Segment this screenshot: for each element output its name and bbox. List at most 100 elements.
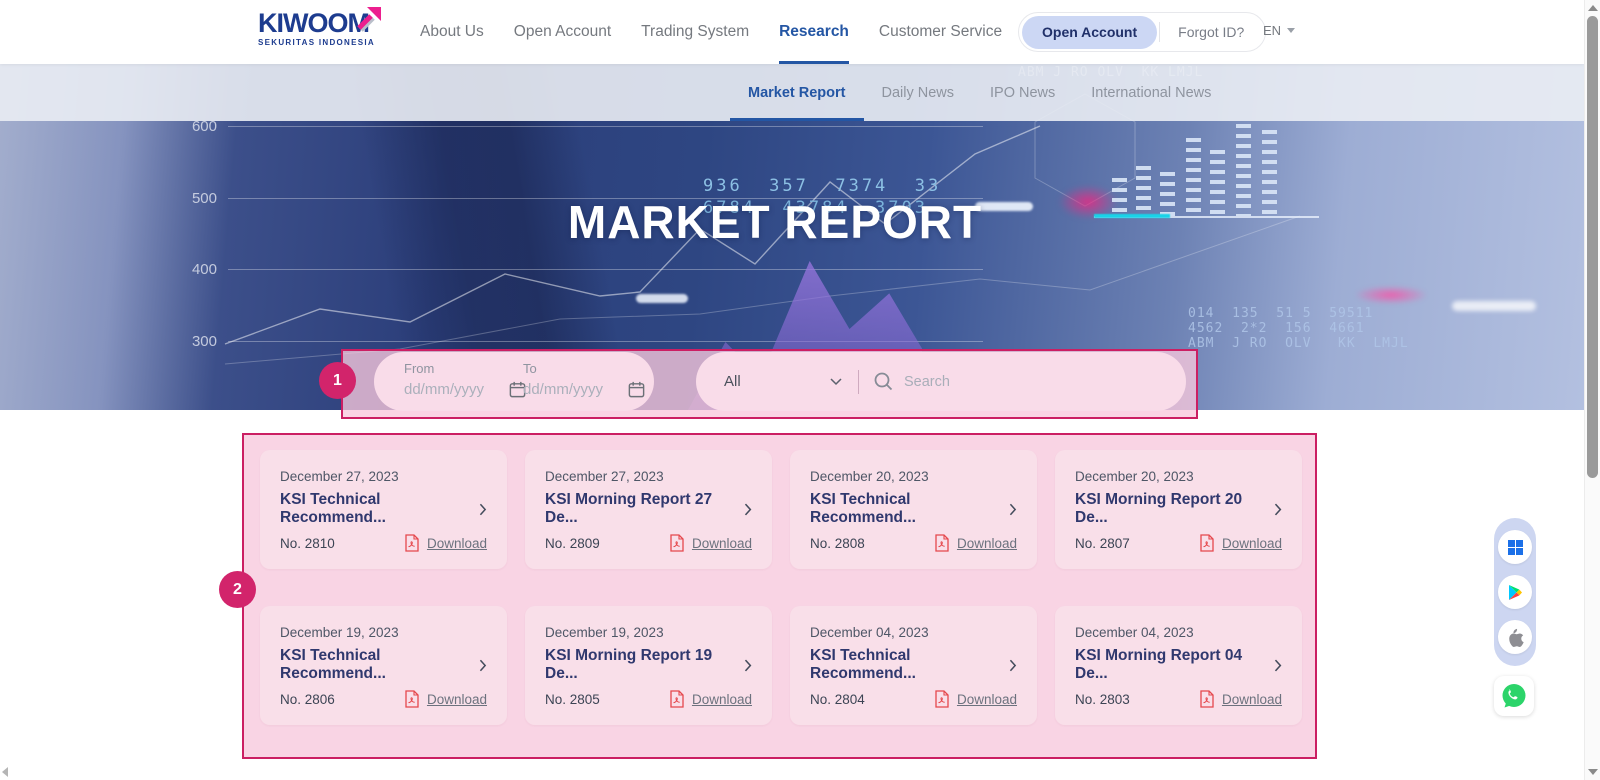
chevron-right-icon (1274, 659, 1282, 672)
report-number: No. 2803 (1075, 692, 1130, 707)
report-date: December 19, 2023 (545, 625, 752, 640)
pdf-icon (934, 534, 949, 552)
report-card[interactable]: December 27, 2023 KSI Morning Report 27 … (525, 450, 772, 569)
report-title[interactable]: KSI Technical Recommend... (280, 647, 479, 683)
apple-app-store-button[interactable] (1498, 620, 1532, 654)
chevron-right-icon (479, 659, 487, 672)
report-card[interactable]: December 04, 2023 KSI Technical Recommen… (790, 606, 1037, 725)
report-card[interactable]: December 04, 2023 KSI Morning Report 04 … (1055, 606, 1302, 725)
annotation-step-2-badge: 2 (219, 571, 256, 608)
report-title[interactable]: KSI Morning Report 04 De... (1075, 647, 1274, 683)
logo-arrow-icon (354, 5, 382, 33)
windows-download-button[interactable] (1498, 530, 1532, 564)
report-date: December 20, 2023 (810, 469, 1017, 484)
hero-equalizer-bar (1262, 130, 1277, 216)
open-account-button[interactable]: Open Account (1022, 16, 1157, 49)
whatsapp-button[interactable] (1494, 676, 1534, 716)
report-card[interactable]: December 27, 2023 KSI Technical Recommen… (260, 450, 507, 569)
report-card[interactable]: December 19, 2023 KSI Technical Recommen… (260, 606, 507, 725)
nav-label: Trading System (641, 23, 749, 41)
gridline (228, 269, 983, 270)
category-dropdown[interactable]: All (724, 373, 842, 390)
forgot-id-link[interactable]: Forgot ID? (1160, 24, 1262, 40)
hero-ticker-2: 4562 2*2 156 4661 (1188, 322, 1365, 336)
download-link[interactable]: Download (934, 690, 1017, 708)
divider (858, 370, 859, 394)
nav-label: Open Account (514, 23, 611, 41)
hero-equalizer-bar (1160, 172, 1175, 216)
hero-light-streak (1452, 301, 1536, 311)
download-label: Download (957, 536, 1017, 551)
nav-item-customer-service[interactable]: Customer Service (879, 0, 1002, 64)
download-link[interactable]: Download (1199, 534, 1282, 552)
subnav-label: Market Report (748, 85, 846, 101)
subnav-item-daily-news[interactable]: Daily News (882, 64, 955, 121)
hero-equalizer-bar (1136, 166, 1151, 216)
scrollbar-down-arrow[interactable] (1588, 769, 1598, 775)
pdf-icon (404, 534, 419, 552)
pdf-icon (1199, 690, 1214, 708)
pdf-icon (1199, 534, 1214, 552)
report-title[interactable]: KSI Morning Report 20 De... (1075, 491, 1274, 527)
nav-item-trading-system[interactable]: Trading System (641, 0, 749, 64)
hero-cyan-accent (1094, 214, 1170, 218)
download-link[interactable]: Download (1199, 690, 1282, 708)
kiwoom-logo[interactable]: KIWOOM SEKURITAS INDONESIA (258, 9, 378, 47)
hero-ticker-3: ABM J RO OLV KK LMJL (1188, 337, 1409, 351)
annotation-step-1-badge: 1 (319, 362, 356, 399)
download-label: Download (427, 536, 487, 551)
nav-label: Research (779, 23, 849, 41)
nav-label: About Us (420, 23, 484, 41)
google-play-button[interactable] (1498, 575, 1532, 609)
apple-icon (1506, 627, 1525, 648)
download-link[interactable]: Download (404, 690, 487, 708)
report-number: No. 2804 (810, 692, 865, 707)
calendar-icon[interactable] (627, 380, 646, 399)
report-title[interactable]: KSI Morning Report 19 De... (545, 647, 744, 683)
report-title[interactable]: KSI Morning Report 27 De... (545, 491, 744, 527)
nav-item-open-account[interactable]: Open Account (514, 0, 611, 64)
annotation-box-reports: December 27, 2023 KSI Technical Recommen… (242, 433, 1317, 759)
download-label: Download (1222, 692, 1282, 707)
account-actions: Open Account Forgot ID? (1018, 12, 1266, 52)
scrollbar-up-arrow[interactable] (1588, 5, 1598, 11)
subnav-label: Daily News (882, 85, 955, 101)
report-date: December 04, 2023 (810, 625, 1017, 640)
hero-equalizer-bar (1112, 178, 1127, 216)
report-title[interactable]: KSI Technical Recommend... (280, 491, 479, 527)
language-selector[interactable]: EN (1263, 23, 1295, 38)
report-date: December 04, 2023 (1075, 625, 1282, 640)
report-card[interactable]: December 19, 2023 KSI Morning Report 19 … (525, 606, 772, 725)
report-number: No. 2805 (545, 692, 600, 707)
nav-item-research[interactable]: Research (779, 0, 849, 64)
report-number: No. 2806 (280, 692, 335, 707)
subnav-label: IPO News (990, 85, 1055, 101)
to-date-input[interactable] (523, 381, 615, 398)
report-number: No. 2807 (1075, 536, 1130, 551)
subnav-item-international-news[interactable]: International News (1091, 64, 1211, 121)
download-link[interactable]: Download (669, 534, 752, 552)
download-link[interactable]: Download (934, 534, 1017, 552)
report-card[interactable]: December 20, 2023 KSI Morning Report 20 … (1055, 450, 1302, 569)
report-card[interactable]: December 20, 2023 KSI Technical Recommen… (790, 450, 1037, 569)
report-date: December 27, 2023 (545, 469, 752, 484)
report-title[interactable]: KSI Technical Recommend... (810, 491, 1009, 527)
nav-item-about-us[interactable]: About Us (420, 0, 484, 64)
download-link[interactable]: Download (404, 534, 487, 552)
page: 600 500 400 300 936 357 7374 33 6784 437… (0, 0, 1600, 780)
download-label: Download (957, 692, 1017, 707)
report-title[interactable]: KSI Technical Recommend... (810, 647, 1009, 683)
download-label: Download (1222, 536, 1282, 551)
download-link[interactable]: Download (669, 690, 752, 708)
report-date: December 20, 2023 (1075, 469, 1282, 484)
subnav-item-ipo-news[interactable]: IPO News (990, 64, 1055, 121)
main-nav: About Us Open Account Trading System Res… (420, 0, 1002, 64)
top-header: KIWOOM SEKURITAS INDONESIA About Us Open… (0, 0, 1584, 64)
google-play-icon (1507, 584, 1523, 601)
search-input[interactable] (904, 374, 1162, 390)
horizontal-scrollbar-left-arrow[interactable] (2, 767, 8, 777)
scrollbar-thumb[interactable] (1587, 16, 1598, 478)
from-date-input[interactable] (404, 381, 496, 398)
subnav-item-market-report[interactable]: Market Report (748, 64, 846, 121)
report-number: No. 2809 (545, 536, 600, 551)
